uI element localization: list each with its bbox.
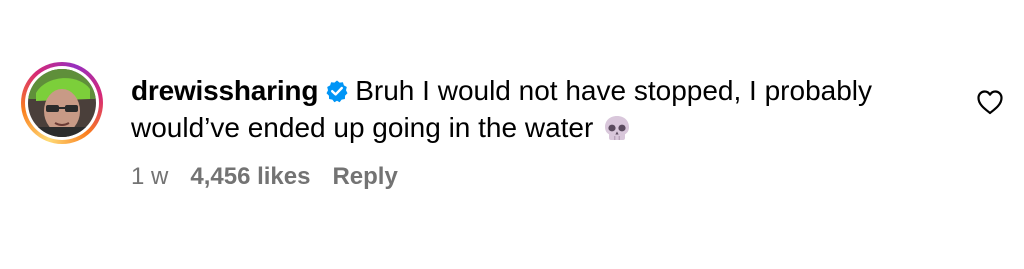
comment: drewissharing Bruh I would not have stop… <box>0 0 1024 269</box>
avatar-story-ring[interactable] <box>21 62 103 144</box>
comment-meta: 1 w 4,456 likes Reply <box>131 163 931 191</box>
skull-emoji-icon <box>605 116 630 140</box>
avatar[interactable] <box>28 69 96 137</box>
heart-icon[interactable] <box>975 88 1005 116</box>
username-link[interactable]: drewissharing <box>131 75 318 106</box>
comment-line-1: drewissharing Bruh I would not have stop… <box>131 72 931 109</box>
verified-badge-icon <box>326 80 348 103</box>
comment-line-2: would’ve ended up going in the water <box>131 109 931 146</box>
likes-count[interactable]: 4,456 likes <box>190 163 310 190</box>
avatar-frame <box>25 66 99 140</box>
timestamp: 1 w <box>131 163 169 190</box>
comment-body: drewissharing Bruh I would not have stop… <box>131 72 931 191</box>
reply-button[interactable]: Reply <box>332 163 397 190</box>
comment-text-line-1: Bruh I would not have stopped, I probabl… <box>355 75 873 106</box>
comment-text-line-2: would’ve ended up going in the water <box>131 112 594 143</box>
